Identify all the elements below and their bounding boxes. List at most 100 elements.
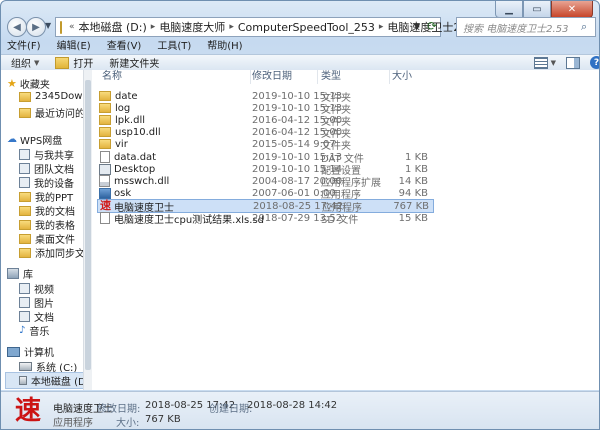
- back-button[interactable]: ◀: [7, 17, 27, 37]
- forward-button[interactable]: ▶: [26, 17, 46, 37]
- picture-icon: [19, 297, 30, 308]
- folder-icon: [60, 20, 62, 34]
- chevron-icon[interactable]: ▸: [229, 22, 234, 32]
- file-row[interactable]: osk 2007-06-01 0:00 应用程序 94 KB: [97, 187, 432, 201]
- address-bar[interactable]: « 本地磁盘 (D:) ▸ 电脑速度大师 ▸ ComputerSpeedTool…: [55, 17, 486, 37]
- nav-item-2345downloads[interactable]: 2345Downloa: [19, 91, 91, 102]
- breadcrumb-folder-2[interactable]: ComputerSpeedTool_253: [238, 21, 375, 34]
- file-list: 名称 修改日期 类型 大小 date 2019-10-10 15:13 文件夹 …: [92, 70, 599, 390]
- nav-item-desktop-files[interactable]: 桌面文件: [19, 231, 75, 246]
- menu-help[interactable]: 帮助(H): [207, 39, 242, 54]
- open-label: 打开: [73, 59, 94, 70]
- file-size: 15 KB: [398, 212, 428, 224]
- nav-item-recent-places[interactable]: 最近访问的位置: [19, 105, 91, 120]
- computer-icon: [7, 346, 20, 357]
- folder-icon: [19, 233, 31, 244]
- address-dropdown-icon[interactable]: ▼: [414, 22, 420, 31]
- nav-libraries[interactable]: 库: [7, 266, 33, 281]
- open-button[interactable]: 打开: [55, 55, 93, 70]
- nav-item-documents[interactable]: 文档: [19, 309, 54, 324]
- nav-item-add-sync-folder[interactable]: 添加同步文件夹: [19, 245, 91, 260]
- nav-item-music[interactable]: ♪ 音乐: [19, 323, 49, 338]
- help-icon[interactable]: ?: [590, 56, 599, 69]
- file-name: vir: [115, 138, 128, 150]
- file-size: 1 KB: [405, 151, 428, 163]
- details-created-value: 2018-08-28 14:42: [247, 400, 338, 411]
- chevron-down-icon[interactable]: ▼: [551, 59, 556, 67]
- nav-item-label: 桌面文件: [35, 235, 75, 246]
- nav-wps-label: WPS网盘: [20, 136, 63, 147]
- details-size-value: 767 KB: [145, 414, 181, 425]
- nav-item-shared[interactable]: 与我共享: [19, 147, 74, 162]
- breadcrumb-drive[interactable]: 本地磁盘 (D:): [79, 19, 147, 35]
- recent-pages-dropdown[interactable]: ▼: [45, 21, 51, 30]
- file-row[interactable]: date 2019-10-10 15:13 文件夹: [97, 90, 432, 104]
- folder-icon: [19, 91, 31, 102]
- chevron-down-icon: ▼: [34, 58, 40, 67]
- new-folder-button[interactable]: 新建文件夹: [109, 55, 159, 70]
- file-row[interactable]: usp10.dll 2016-04-12 15:00 文件夹: [97, 126, 432, 140]
- file-size: 1 KB: [405, 163, 428, 175]
- nav-item-videos[interactable]: 视频: [19, 281, 54, 296]
- details-pane: 速 电脑速度卫士 应用程序 修改日期: 2018-08-25 17:42 创建日…: [1, 391, 599, 429]
- menu-tools[interactable]: 工具(T): [157, 39, 191, 54]
- new-folder-label: 新建文件夹: [109, 59, 160, 70]
- folder-icon: [19, 107, 31, 118]
- scrollbar-thumb[interactable]: [85, 80, 91, 370]
- settings-file-icon: [99, 163, 111, 175]
- file-name: log: [115, 102, 131, 114]
- nav-item-team-docs[interactable]: 团队文档: [19, 161, 74, 176]
- nav-item-my-sheets[interactable]: 我的表格: [19, 217, 75, 232]
- column-header-date[interactable]: 修改日期: [252, 70, 318, 84]
- file-row[interactable]: 电脑速度卫士cpu测试结果.xls.sd 2018-07-29 13:52 SD…: [97, 212, 432, 226]
- menu-view[interactable]: 查看(V): [107, 39, 142, 54]
- nav-computer[interactable]: 计算机: [7, 344, 54, 359]
- nav-libraries-label: 库: [23, 270, 33, 281]
- nav-favorites-label: 收藏夹: [19, 80, 50, 91]
- file-row[interactable]: data.dat 2019-10-10 15:13 DAT 文件 1 KB: [97, 151, 432, 165]
- view-options-icon[interactable]: [533, 56, 548, 69]
- nav-wps[interactable]: ☁ WPS网盘: [7, 132, 62, 147]
- search-placeholder: 搜索 电脑速度卫士2.53: [463, 23, 569, 35]
- file-size: 767 KB: [393, 200, 429, 212]
- address-row: ◀ ▶ ▼ « 本地磁盘 (D:) ▸ 电脑速度大师 ▸ ComputerSpe…: [1, 15, 599, 41]
- search-icon[interactable]: ⌕: [581, 20, 595, 34]
- menu-edit[interactable]: 编辑(E): [57, 39, 91, 54]
- file-row[interactable]: lpk.dll 2016-04-12 15:00 文件夹: [97, 114, 432, 128]
- refresh-icon[interactable]: ⟳: [427, 19, 437, 33]
- nav-item-pictures[interactable]: 图片: [19, 295, 54, 310]
- nav-scrollbar[interactable]: [83, 70, 92, 390]
- chevron-icon[interactable]: ▸: [151, 22, 156, 32]
- nav-item-my-devices[interactable]: 我的设备: [19, 175, 74, 190]
- column-header-name[interactable]: 名称: [102, 70, 251, 84]
- nav-item-drive-d[interactable]: 本地磁盘 (D:): [5, 372, 91, 389]
- nav-favorites[interactable]: ★ 收藏夹: [7, 76, 50, 91]
- folder-icon: [99, 127, 111, 137]
- file-row[interactable]: Desktop 2019-10-10 15:14 配置设置 1 KB: [97, 163, 432, 177]
- folder-icon: [99, 103, 111, 113]
- search-input[interactable]: 搜索 电脑速度卫士2.53 ⌕: [456, 17, 596, 37]
- details-created-label: 创建日期:: [209, 404, 253, 415]
- chevron-icon[interactable]: ▸: [379, 22, 384, 32]
- nav-item-my-docs[interactable]: 我的文档: [19, 203, 75, 218]
- folder-icon: [19, 191, 31, 202]
- breadcrumb-folder-1[interactable]: 电脑速度大师: [159, 19, 225, 35]
- file-row[interactable]: msswch.dll 2004-08-17 20:00 应用程序扩展 14 KB: [97, 175, 432, 189]
- menu-file[interactable]: 文件(F): [7, 39, 41, 54]
- folder-icon: [19, 205, 31, 216]
- file-size: 14 KB: [398, 175, 428, 187]
- preview-pane-icon[interactable]: [566, 56, 580, 69]
- nav-item-label: 我的表格: [35, 221, 75, 232]
- toolbar-right: ▼ ?: [533, 56, 599, 69]
- column-header-type[interactable]: 类型: [321, 70, 390, 84]
- menu-bar: 文件(F) 编辑(E) 查看(V) 工具(T) 帮助(H): [1, 39, 599, 54]
- folder-icon: [99, 139, 111, 149]
- file-type: SD 文件: [321, 214, 359, 226]
- nav-item-my-ppt[interactable]: 我的PPT: [19, 189, 73, 204]
- column-header-size[interactable]: 大小: [392, 70, 432, 84]
- music-icon: ♪: [19, 325, 26, 336]
- organize-button[interactable]: 组织 ▼: [11, 55, 40, 71]
- file-row[interactable]: log 2019-10-10 15:13 文件夹: [97, 102, 432, 116]
- file-row[interactable]: vir 2015-05-14 9:07 文件夹: [97, 138, 432, 152]
- drive-icon: [19, 362, 32, 371]
